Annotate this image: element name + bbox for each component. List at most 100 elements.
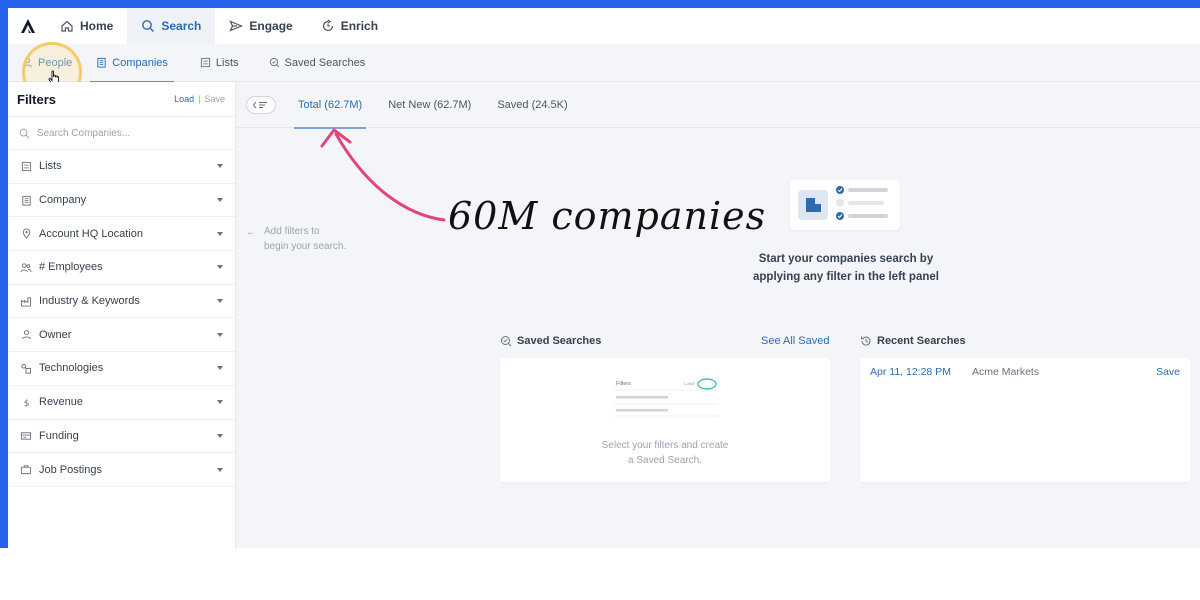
subnav-lists[interactable]: Lists <box>188 44 251 82</box>
chevron-down-icon <box>217 265 223 270</box>
filter-label: Company <box>39 194 87 207</box>
collapse-filters-button[interactable] <box>246 95 276 114</box>
filter-label: Technologies <box>39 362 104 375</box>
filter-company[interactable]: Company <box>8 184 235 218</box>
people-icon <box>20 263 32 273</box>
building-icon <box>21 195 31 206</box>
filter-employees[interactable]: # Employees <box>8 251 235 285</box>
nav-engage-label: Engage <box>249 19 293 33</box>
filter-account-hq-location[interactable]: Account HQ Location <box>8 217 235 252</box>
subnav-companies[interactable]: Companies <box>84 44 180 83</box>
chevron-down-icon <box>217 198 223 203</box>
tab-saved[interactable]: Saved (24.5K) <box>497 82 567 128</box>
subnav-companies-label: Companies <box>112 56 168 69</box>
empty-state-message: Start your companies search by applying … <box>706 250 986 286</box>
filter-lists[interactable]: Lists <box>8 150 235 184</box>
saved-searches-empty-message: Select your filters and create a Saved S… <box>500 438 830 468</box>
recent-searches-heading: Recent Searches <box>860 335 966 347</box>
recent-search-save-button[interactable]: Save <box>1156 366 1180 378</box>
list-icon <box>21 161 31 171</box>
filter-technologies[interactable]: Technologies <box>8 352 235 386</box>
annotation-text: 60M companies <box>448 194 767 238</box>
illustration-load-label: Load <box>684 381 695 386</box>
recent-searches-title: Recent Searches <box>877 335 966 347</box>
search-companies-input[interactable] <box>36 127 224 139</box>
subnav-lists-label: Lists <box>215 56 239 69</box>
technologies-icon <box>21 363 32 374</box>
chevron-down-icon <box>217 400 223 405</box>
header-separator: | <box>198 94 201 104</box>
app-logo[interactable] <box>10 8 46 44</box>
subnav-saved-searches-label: Saved Searches <box>284 56 366 69</box>
saved-empty-line: Select your filters and create <box>601 440 729 451</box>
list-icon <box>200 57 210 68</box>
saved-searches-heading: Saved Searches <box>500 335 601 347</box>
filter-industry-keywords[interactable]: Industry & Keywords <box>8 285 235 319</box>
filter-label: Owner <box>39 328 72 341</box>
nav-search[interactable]: Search <box>127 8 216 44</box>
filter-label: Job Postings <box>39 463 102 476</box>
nav-enrich[interactable]: Enrich <box>307 8 392 44</box>
subnav-saved-searches[interactable]: Saved Searches <box>257 44 378 82</box>
chevron-down-icon <box>217 164 223 169</box>
building-icon <box>97 57 106 68</box>
saved-search-icon <box>501 336 512 347</box>
filter-label: Funding <box>39 429 79 442</box>
saved-search-icon <box>269 57 279 68</box>
load-button[interactable]: Load <box>174 94 194 104</box>
refresh-icon <box>322 19 333 32</box>
empty-state-line: Start your companies search by <box>758 253 934 265</box>
app-window: Home Search Engage Enrich People Compani… <box>8 8 1200 548</box>
chevron-down-icon <box>217 231 223 236</box>
sub-nav: People Companies Lists Saved Searches <box>8 44 1200 83</box>
recent-searches-card: Apr 11, 12:28 PM Acme Markets Save <box>860 358 1190 482</box>
nav-home[interactable]: Home <box>46 8 127 44</box>
arrow-left-icon: ← <box>246 227 256 238</box>
svg-text:$: $ <box>23 398 29 408</box>
nav-search-label: Search <box>161 19 202 33</box>
filter-label: Revenue <box>39 396 84 409</box>
filter-label: Lists <box>39 160 62 173</box>
saved-empty-line: a Saved Search. <box>628 455 702 466</box>
history-icon <box>861 336 871 346</box>
chevron-down-icon <box>217 433 223 438</box>
filters-header: Filters Load | Save <box>8 82 235 116</box>
funding-icon <box>20 432 32 440</box>
illustration-filters-label: Filters <box>616 381 631 387</box>
filter-revenue[interactable]: $ Revenue <box>8 386 235 420</box>
saved-search-illustration: Filters Load <box>612 374 720 422</box>
top-nav: Home Search Engage Enrich <box>8 8 1200 44</box>
filter-label: Industry & Keywords <box>39 295 140 308</box>
filters-title: Filters <box>17 91 57 107</box>
briefcase-icon <box>20 465 32 475</box>
empty-state-illustration <box>790 180 900 230</box>
collapse-panel-icon <box>252 101 267 108</box>
recent-search-row[interactable]: Apr 11, 12:28 PM Acme Markets Save <box>870 366 1180 378</box>
search-icon <box>142 20 155 32</box>
dollar-icon: $ <box>23 398 29 408</box>
see-all-saved-link[interactable]: See All Saved <box>761 335 830 347</box>
nav-home-label: Home <box>80 19 114 33</box>
filter-owner[interactable]: Owner <box>8 318 235 353</box>
nav-enrich-label: Enrich <box>340 19 379 33</box>
chevron-down-icon <box>217 299 223 304</box>
recent-search-date[interactable]: Apr 11, 12:28 PM <box>870 366 972 378</box>
search-icon <box>19 128 30 138</box>
save-filters-button[interactable]: Save <box>204 94 225 104</box>
filter-label: Account HQ Location <box>39 227 143 240</box>
filter-job-postings[interactable]: Job Postings <box>8 453 235 487</box>
filters-sidebar: Filters Load | Save Lists Company Accoun… <box>8 82 236 548</box>
filter-funding[interactable]: Funding <box>8 420 235 454</box>
chevron-down-icon <box>217 332 223 337</box>
filter-label: # Employees <box>39 261 103 274</box>
chevron-down-icon <box>217 366 223 371</box>
send-icon <box>229 20 244 32</box>
nav-engage[interactable]: Engage <box>215 8 306 44</box>
chevron-down-icon <box>217 467 223 472</box>
company-search-box <box>8 116 235 150</box>
saved-searches-card: Filters Load Select your filters and cre… <box>500 358 830 482</box>
person-icon <box>21 330 31 340</box>
empty-state-line: applying any filter in the left panel <box>753 271 939 283</box>
recent-search-name: Acme Markets <box>972 366 1040 378</box>
saved-searches-title: Saved Searches <box>517 335 602 347</box>
